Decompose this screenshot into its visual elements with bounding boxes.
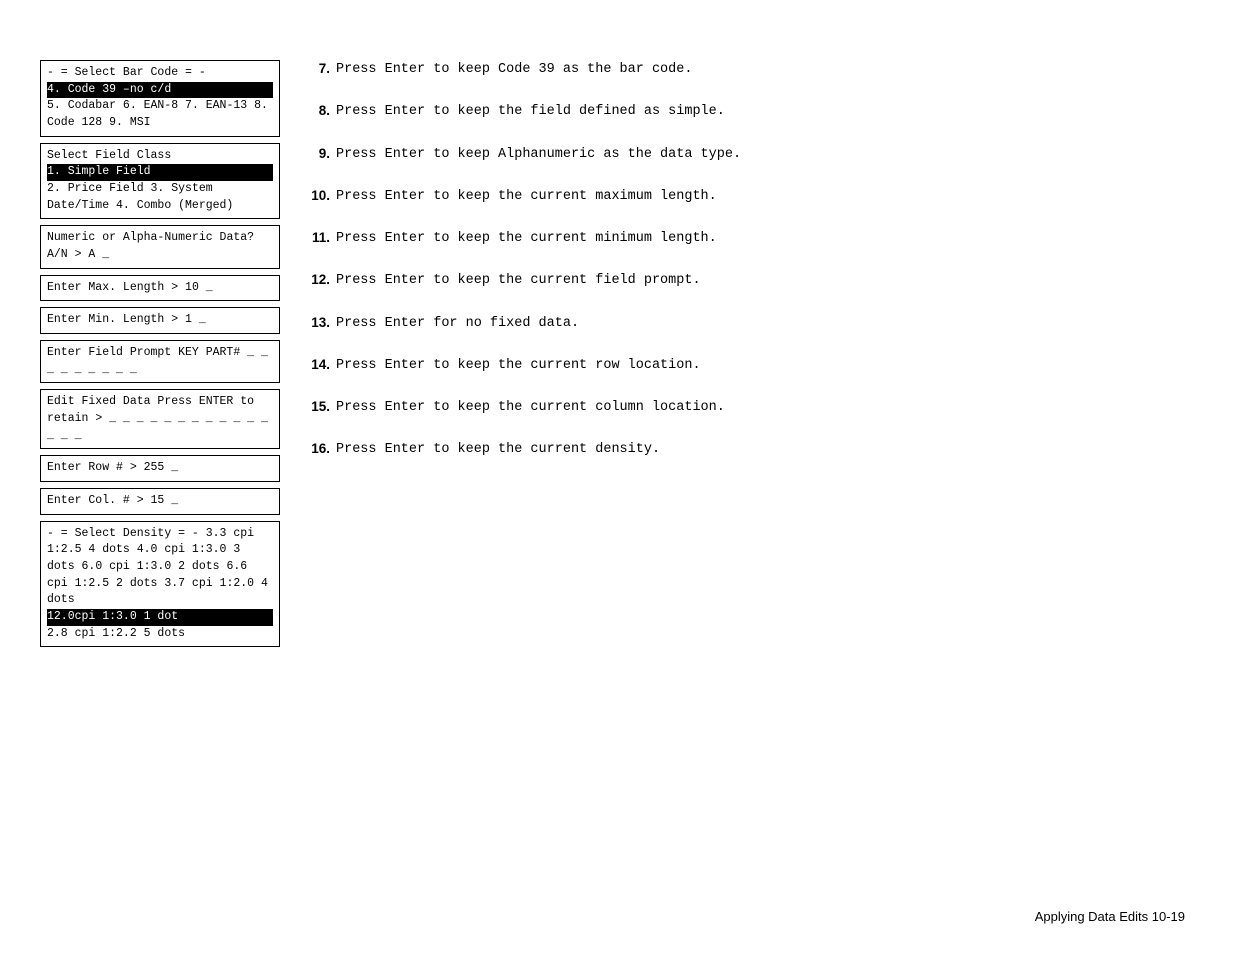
instruction-text: Press Enter to keep Alphanumeric as the … — [336, 145, 741, 165]
instruction-number: 7. — [300, 60, 336, 76]
instruction-item-14: 14.Press Enter to keep the current row l… — [300, 356, 1195, 376]
instruction-text: Press Enter to keep the current row loca… — [336, 356, 701, 376]
instruction-text: Press Enter to keep Code 39 as the bar c… — [336, 60, 692, 80]
menu-box-barcode-select: - = Select Bar Code = - 4. Code 39 –no c… — [40, 60, 280, 137]
instruction-text: Press Enter to keep the current column l… — [336, 398, 725, 418]
menu-box-density-select: - = Select Density = - 3.3 cpi 1:2.5 4 d… — [40, 521, 280, 648]
instruction-item-7: 7.Press Enter to keep Code 39 as the bar… — [300, 60, 1195, 80]
instruction-item-8: 8.Press Enter to keep the field defined … — [300, 102, 1195, 122]
instruction-item-16: 16.Press Enter to keep the current densi… — [300, 440, 1195, 460]
menu-box-min-length: Enter Min. Length > 1 _ — [40, 307, 280, 334]
menu-box-field-class: Select Field Class 1. Simple Field 2. Pr… — [40, 143, 280, 220]
instruction-item-13: 13.Press Enter for no fixed data. — [300, 314, 1195, 334]
instruction-text: Press Enter to keep the current density. — [336, 440, 660, 460]
instruction-text: Press Enter to keep the current field pr… — [336, 271, 701, 291]
menu-box-fixed-data: Edit Fixed Data Press ENTER to retain > … — [40, 389, 280, 449]
highlighted-option: 4. Code 39 –no c/d — [47, 82, 273, 99]
instruction-text: Press Enter to keep the current minimum … — [336, 229, 717, 249]
instruction-item-11: 11.Press Enter to keep the current minim… — [300, 229, 1195, 249]
instruction-number: 15. — [300, 398, 336, 414]
instruction-text: Press Enter for no fixed data. — [336, 314, 579, 334]
instruction-number: 8. — [300, 102, 336, 118]
menu-box-field-prompt: Enter Field Prompt KEY PART# _ _ _ _ _ _… — [40, 340, 280, 383]
instruction-number: 10. — [300, 187, 336, 203]
instruction-number: 9. — [300, 145, 336, 161]
menu-box-max-length: Enter Max. Length > 10 _ — [40, 275, 280, 302]
highlighted-option: 12.0cpi 1:3.0 1 dot — [47, 609, 273, 626]
instruction-number: 12. — [300, 271, 336, 287]
menu-box-row-num: Enter Row # > 255 _ — [40, 455, 280, 482]
left-column: - = Select Bar Code = - 4. Code 39 –no c… — [40, 60, 280, 647]
menu-box-data-type: Numeric or Alpha-Numeric Data? A/N > A _ — [40, 225, 280, 268]
footer: Applying Data Edits 10-19 — [1035, 909, 1185, 924]
highlighted-option: 1. Simple Field — [47, 164, 273, 181]
instruction-number: 11. — [300, 229, 336, 245]
instruction-number: 14. — [300, 356, 336, 372]
instruction-number: 16. — [300, 440, 336, 456]
instruction-item-12: 12.Press Enter to keep the current field… — [300, 271, 1195, 291]
instruction-item-10: 10.Press Enter to keep the current maxim… — [300, 187, 1195, 207]
instruction-text: Press Enter to keep the field defined as… — [336, 102, 725, 122]
menu-box-col-num: Enter Col. # > 15 _ — [40, 488, 280, 515]
page-layout: - = Select Bar Code = - 4. Code 39 –no c… — [0, 0, 1235, 707]
right-column: 7.Press Enter to keep Code 39 as the bar… — [280, 60, 1195, 647]
instruction-text: Press Enter to keep the current maximum … — [336, 187, 717, 207]
instruction-number: 13. — [300, 314, 336, 330]
instruction-item-9: 9.Press Enter to keep Alphanumeric as th… — [300, 145, 1195, 165]
instruction-item-15: 15.Press Enter to keep the current colum… — [300, 398, 1195, 418]
